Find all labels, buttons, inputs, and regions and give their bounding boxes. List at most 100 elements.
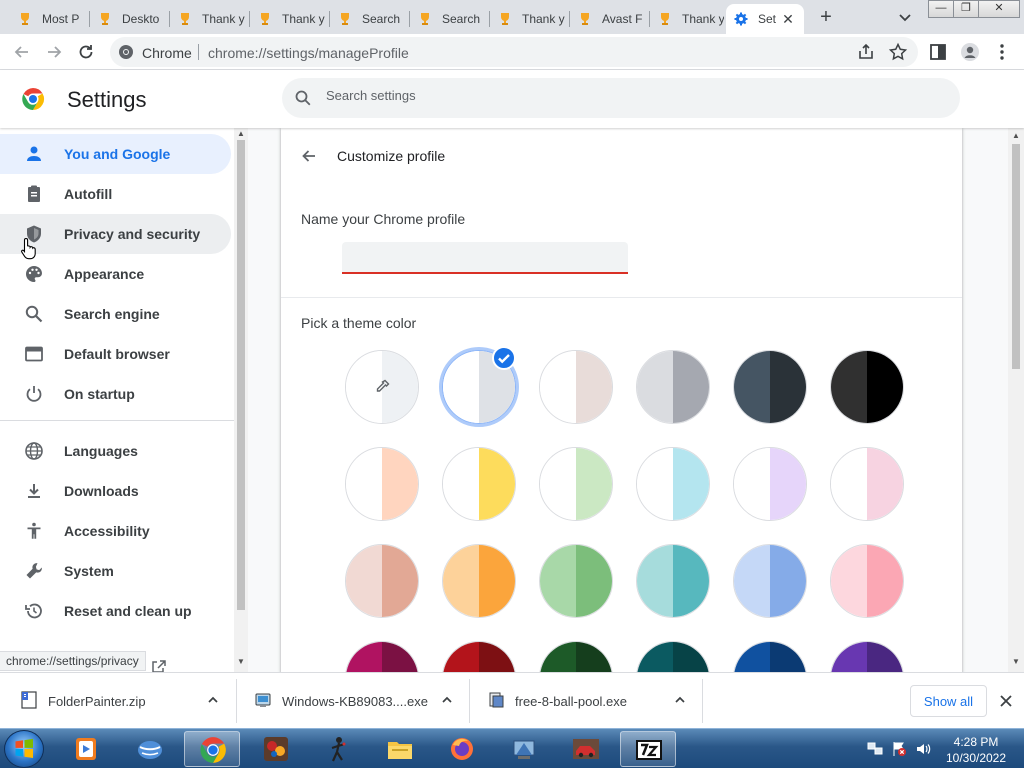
main-scroll-thumb[interactable]: [1012, 144, 1020, 369]
browser-tab[interactable]: Search: [410, 4, 488, 34]
theme-color-swatch[interactable]: [442, 641, 516, 672]
settings-search-box[interactable]: [282, 78, 960, 118]
taskbar-firefox[interactable]: [434, 731, 490, 767]
taskbar-network-app[interactable]: [496, 731, 552, 767]
show-all-downloads-button[interactable]: Show all: [910, 685, 987, 717]
new-tab-button[interactable]: +: [815, 7, 837, 29]
taskbar-7zip[interactable]: [620, 731, 676, 767]
theme-color-swatch[interactable]: [636, 544, 710, 618]
theme-color-swatch[interactable]: [830, 350, 904, 424]
browser-tab[interactable]: Most P: [10, 4, 88, 34]
back-arrow-icon[interactable]: [12, 42, 32, 62]
sidebar-item-reset-and-clean-up[interactable]: Reset and clean up: [0, 591, 231, 631]
network-tray-icon[interactable]: [867, 741, 883, 757]
sidebar-item-appearance[interactable]: Appearance: [0, 254, 231, 294]
tab-search-chevron-icon[interactable]: [897, 9, 913, 25]
sidebar-item-languages[interactable]: Languages: [0, 431, 231, 471]
sidebar-item-label: Downloads: [64, 483, 139, 499]
theme-color-swatch[interactable]: [539, 350, 613, 424]
download-item[interactable]: free-8-ball-pool.exe: [467, 673, 703, 729]
taskbar-stick-figure-app[interactable]: [310, 731, 366, 767]
profile-name-input[interactable]: [342, 242, 628, 274]
browser-tab-active[interactable]: Set ✕: [726, 4, 804, 34]
theme-color-swatch[interactable]: [830, 544, 904, 618]
theme-color-swatch[interactable]: [636, 350, 710, 424]
theme-color-swatch[interactable]: [733, 641, 807, 672]
theme-color-swatch[interactable]: [733, 544, 807, 618]
theme-color-swatch[interactable]: [733, 350, 807, 424]
browser-tab[interactable]: Thank y: [650, 4, 724, 34]
close-icon[interactable]: [997, 692, 1015, 710]
taskbar-media-player[interactable]: [58, 731, 114, 767]
swatch-right-half: [867, 448, 903, 520]
sidebar-scrollbar[interactable]: ▲ ▼: [234, 128, 248, 672]
sidebar-item-system[interactable]: System: [0, 551, 231, 591]
reload-icon[interactable]: [76, 42, 96, 62]
sidebar-item-accessibility[interactable]: Accessibility: [0, 511, 231, 551]
chevron-up-icon[interactable]: [440, 693, 454, 707]
side-panel-icon[interactable]: [928, 42, 948, 62]
minimize-window-button[interactable]: —: [928, 0, 954, 18]
main-scrollbar[interactable]: ▲ ▼: [1008, 128, 1024, 672]
sidebar-item-on-startup[interactable]: On startup: [0, 374, 231, 414]
chevron-up-icon[interactable]: [206, 693, 220, 707]
action-center-flag-icon[interactable]: [891, 741, 907, 757]
trophy-favicon-icon: [261, 13, 269, 25]
back-arrow-icon[interactable]: [299, 146, 319, 166]
taskbar-thunderbird[interactable]: [122, 731, 178, 767]
browser-tab[interactable]: Thank y: [250, 4, 328, 34]
sidebar-item-search-engine[interactable]: Search engine: [0, 294, 231, 334]
theme-color-swatch[interactable]: [345, 544, 419, 618]
theme-color-swatch[interactable]: [442, 544, 516, 618]
browser-tab[interactable]: Deskto: [90, 4, 168, 34]
url-text[interactable]: chrome://settings/manageProfile: [208, 45, 409, 61]
bookmark-star-icon[interactable]: [888, 42, 908, 62]
theme-color-swatch[interactable]: [345, 447, 419, 521]
browser-tab[interactable]: Search: [330, 4, 408, 34]
volume-icon[interactable]: [915, 741, 931, 757]
sidebar-item-default-browser[interactable]: Default browser: [0, 334, 231, 374]
sidebar-item-you-and-google[interactable]: You and Google: [0, 134, 231, 174]
clock-time[interactable]: 4:28 PM: [946, 735, 1006, 749]
theme-color-swatch[interactable]: [830, 641, 904, 672]
theme-color-swatch[interactable]: [345, 641, 419, 672]
theme-color-swatch[interactable]: [636, 641, 710, 672]
browser-tab[interactable]: Thank y: [170, 4, 248, 34]
theme-color-swatch[interactable]: [636, 447, 710, 521]
address-bar[interactable]: Chrome chrome://settings/manageProfile: [110, 37, 918, 67]
scroll-down-arrow-icon[interactable]: ▼: [237, 658, 245, 666]
forward-arrow-icon[interactable]: [44, 42, 64, 62]
tab-strip: Most P Deskto Thank y Thank y Search Sea…: [0, 0, 1024, 34]
theme-color-swatch[interactable]: [442, 447, 516, 521]
taskbar-game[interactable]: [248, 731, 304, 767]
theme-color-swatch[interactable]: [539, 544, 613, 618]
close-window-button[interactable]: ✕: [978, 0, 1020, 18]
profile-avatar-icon[interactable]: [960, 42, 980, 62]
sidebar-item-autofill[interactable]: Autofill: [0, 174, 231, 214]
browser-tab[interactable]: Thank y: [490, 4, 568, 34]
sidebar-scroll-thumb[interactable]: [237, 140, 245, 610]
theme-color-swatch[interactable]: [733, 447, 807, 521]
taskbar-file-explorer[interactable]: [372, 731, 428, 767]
taskbar-car-game[interactable]: [558, 731, 614, 767]
scroll-down-arrow-icon[interactable]: ▼: [1012, 658, 1020, 666]
start-button[interactable]: [4, 730, 44, 768]
close-tab-icon[interactable]: ✕: [780, 11, 796, 27]
download-item[interactable]: FolderPainter.zip: [0, 673, 236, 729]
browser-tab[interactable]: Avast F: [570, 4, 648, 34]
taskbar-chrome[interactable]: [184, 731, 240, 767]
theme-color-swatch[interactable]: [539, 447, 613, 521]
download-item[interactable]: Windows-KB89083....exe: [234, 673, 470, 729]
scroll-up-arrow-icon[interactable]: ▲: [1012, 132, 1020, 140]
restore-window-button[interactable]: ❐: [953, 0, 979, 18]
sidebar-item-downloads[interactable]: Downloads: [0, 471, 231, 511]
theme-color-swatch[interactable]: [830, 447, 904, 521]
scroll-up-arrow-icon[interactable]: ▲: [237, 130, 245, 138]
more-menu-icon[interactable]: [992, 42, 1012, 62]
theme-color-swatch[interactable]: [539, 641, 613, 672]
clock-date[interactable]: 10/30/2022: [940, 751, 1012, 765]
chevron-up-icon[interactable]: [673, 693, 687, 707]
search-input[interactable]: [326, 88, 926, 103]
custom-color-swatch[interactable]: [345, 350, 419, 424]
share-icon[interactable]: [856, 42, 876, 62]
